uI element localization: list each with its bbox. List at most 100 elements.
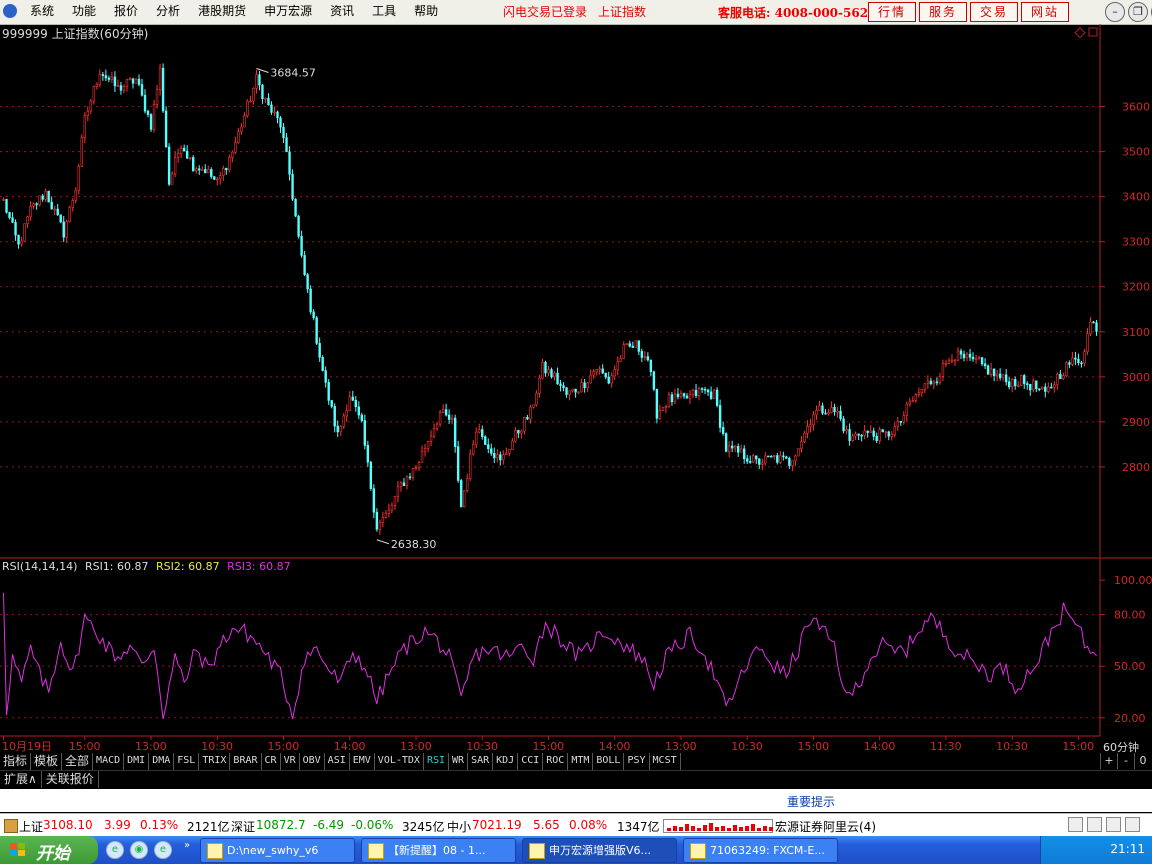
candle-body	[863, 430, 866, 436]
ticker-lock-icon[interactable]	[4, 819, 18, 833]
indicator-tab-[interactable]: 指标	[0, 753, 32, 770]
restore-icon[interactable]: ❐	[1128, 2, 1148, 22]
zoom-in-button[interactable]: +	[1100, 753, 1117, 769]
indicator-tab-boll[interactable]: BOLL	[593, 753, 625, 770]
quick-launch-more-icon[interactable]: »	[184, 840, 190, 851]
task-explorer[interactable]: D:\new_swhy_v6	[200, 838, 355, 863]
candle-body	[92, 86, 96, 102]
candle-body	[532, 404, 535, 408]
candle-body	[1010, 379, 1014, 388]
market-button[interactable]: 行情	[868, 2, 916, 22]
zx-change: 5.65	[533, 818, 560, 832]
indicator-tab-[interactable]: 全部	[62, 753, 94, 770]
level-bar	[697, 828, 701, 831]
candle-body	[628, 343, 631, 347]
indicator-tab-dma[interactable]: DMA	[149, 753, 175, 770]
candle-body	[977, 357, 981, 359]
candle-body	[110, 76, 114, 80]
candle-body	[378, 522, 382, 530]
candle-body	[101, 74, 105, 76]
app-logo-icon[interactable]	[3, 4, 17, 18]
clock[interactable]: 21:11	[1110, 842, 1145, 856]
broker-server[interactable]: 宏源证券阿里云(4)	[775, 818, 876, 835]
signal-icon[interactable]	[1087, 817, 1102, 832]
rsi3-line	[3, 592, 1097, 720]
indicator-tab-obv[interactable]: OBV	[300, 753, 325, 770]
indicator-tab-cci[interactable]: CCI	[518, 753, 544, 770]
indicator-tab-sar[interactable]: SAR	[468, 753, 494, 770]
zoom-out-button[interactable]: -	[1117, 753, 1134, 769]
candle-body	[502, 454, 505, 461]
candle-body	[173, 157, 177, 175]
tab-extension[interactable]: 扩展∧	[0, 771, 42, 788]
indicator-tab-brar[interactable]: BRAR	[230, 753, 262, 770]
indicator-tab-trix[interactable]: TRIX	[199, 753, 231, 770]
candle-body	[941, 363, 945, 377]
menu-analysis[interactable]: 分析	[147, 0, 189, 24]
menu-quote[interactable]: 报价	[105, 0, 147, 24]
indicator-tab-macd[interactable]: MACD	[93, 753, 125, 770]
candle-body	[610, 375, 613, 384]
candle-body	[511, 440, 514, 450]
indicator-tab-fsl[interactable]: FSL	[174, 753, 200, 770]
candle-body	[556, 372, 559, 385]
candle-body	[721, 427, 725, 434]
indicator-tab-[interactable]: 模板	[31, 753, 63, 770]
rsi-params: RSI(14,14,14)	[2, 560, 78, 573]
ie-icon[interactable]: e	[106, 841, 124, 859]
candle-body	[405, 476, 409, 486]
candle-body	[423, 448, 427, 452]
candle-body	[703, 388, 707, 391]
main-menu: 系统 功能 报价 分析 港股期货 申万宏源 资讯 工具 帮助	[21, 0, 447, 24]
chrome-icon[interactable]: ◉	[130, 841, 148, 859]
start-button[interactable]: 开始	[0, 836, 98, 864]
candle-body	[523, 417, 526, 432]
candle-body	[1038, 388, 1041, 391]
menu-function[interactable]: 功能	[63, 0, 105, 24]
task-swhy[interactable]: 申万宏源增强版V6...	[522, 838, 677, 863]
indicator-tab-mcst[interactable]: MCST	[650, 753, 681, 770]
settings-icon[interactable]	[1125, 817, 1140, 832]
candle-body	[589, 374, 592, 384]
indicator-tab-vr[interactable]: VR	[281, 753, 300, 770]
indicator-tab-asi[interactable]: ASI	[325, 753, 350, 770]
login-index-link[interactable]: 上证指数	[598, 3, 646, 20]
trade-button[interactable]: 交易	[970, 2, 1018, 22]
task-browser[interactable]: 【新提醒】08 - 1...	[361, 838, 516, 863]
indicator-tab-psy[interactable]: PSY	[624, 753, 650, 770]
indicator-tab-kdj[interactable]: KDJ	[493, 753, 519, 770]
browser-icon[interactable]: e	[154, 841, 172, 859]
chart-area[interactable]: 3600 3500 3400 3300 3200 3100 3000 2900 2800 100…	[0, 24, 1152, 753]
login-status[interactable]: 闪电交易已登录	[503, 3, 587, 20]
menu-swhy[interactable]: 申万宏源	[255, 0, 321, 24]
menu-hk-futures[interactable]: 港股期货	[189, 0, 255, 24]
tab-related-quotes[interactable]: 关联报价	[42, 771, 99, 788]
website-button[interactable]: 网站	[1021, 2, 1069, 22]
minimize-icon[interactable]: –	[1105, 2, 1125, 22]
indicator-tab-vol-tdx[interactable]: VOL-TDX	[375, 753, 424, 770]
menu-help[interactable]: 帮助	[405, 0, 447, 24]
candle-body	[47, 190, 50, 203]
indicator-tab-roc[interactable]: ROC	[543, 753, 569, 770]
important-notice-link[interactable]: 重要提示	[787, 793, 835, 810]
candle-body	[447, 414, 451, 420]
rsi-tick-label: 50.00	[1114, 660, 1146, 673]
message-icon[interactable]	[1068, 817, 1083, 832]
menu-tools[interactable]: 工具	[363, 0, 405, 24]
indicator-tab-rsi[interactable]: RSI	[424, 753, 450, 770]
service-button[interactable]: 服务	[919, 2, 967, 22]
lock-icon[interactable]	[1106, 817, 1121, 832]
indicator-tab-wr[interactable]: WR	[449, 753, 469, 770]
zoom-reset-button[interactable]: 0	[1134, 753, 1151, 769]
candle-body	[664, 406, 668, 408]
candle-body	[538, 377, 541, 394]
menu-system[interactable]: 系统	[21, 0, 63, 24]
level-bar	[691, 826, 695, 831]
indicator-tab-cr[interactable]: CR	[262, 753, 281, 770]
indicator-tab-dmi[interactable]: DMI	[124, 753, 150, 770]
indicator-tab-emv[interactable]: EMV	[350, 753, 375, 770]
menu-news[interactable]: 资讯	[321, 0, 363, 24]
candle-body	[1065, 362, 1068, 376]
task-fxcm[interactable]: 71063249: FXCM-E...	[683, 838, 838, 863]
indicator-tab-mtm[interactable]: MTM	[568, 753, 594, 770]
